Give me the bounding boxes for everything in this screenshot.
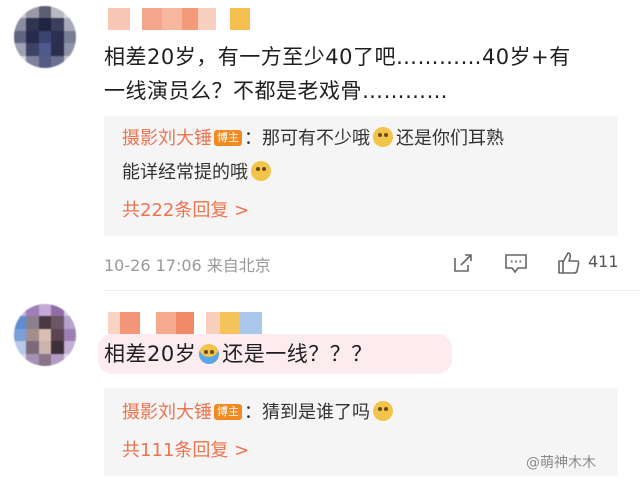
username-blurred[interactable] [108, 8, 250, 30]
blogger-badge: 博主 [214, 404, 242, 420]
comment-meta: 10-26 17:06 来自北京 411 [104, 250, 624, 278]
comment-text: 相差20岁，有一方至少40了吧…………40岁+有 [104, 45, 571, 69]
doge-emoji-icon [373, 127, 393, 147]
comment-text: 相差20岁 还是一线？？？ [104, 342, 373, 366]
username-blurred[interactable] [108, 312, 262, 334]
divider [104, 290, 640, 291]
timestamp-location: 10-26 17:06 来自北京 [104, 256, 271, 275]
avatar[interactable] [14, 304, 76, 366]
reply-1: 摄影刘大锤 博主 ：那可有不少哦 还是你们耳熟 [122, 127, 504, 149]
like-count: 411 [588, 252, 619, 271]
reply-1-line2: 能详经常提的哦 [122, 158, 274, 188]
blogger-badge: 博主 [214, 130, 242, 146]
doge-emoji-icon [373, 401, 393, 421]
watermark: @萌神木木 [526, 455, 596, 471]
comment-icon[interactable] [504, 252, 528, 274]
share-icon[interactable] [452, 252, 474, 274]
reply-author[interactable]: 摄影刘大锤 [122, 128, 212, 149]
comment-text-line2: 一线演员么？不都是老戏骨………… [104, 79, 448, 103]
reply-author[interactable]: 摄影刘大锤 [122, 402, 212, 423]
avatar[interactable] [14, 6, 76, 68]
doge-emoji-icon [251, 161, 271, 181]
reply-box[interactable]: 摄影刘大锤 博主 ：那可有不少哦 还是你们耳熟 能详经常提的哦 共222条回复 > [104, 116, 618, 236]
reply-1: 摄影刘大锤 博主 ：猜到是谁了吗 [122, 398, 396, 428]
more-replies-link[interactable]: 共111条回复 > [122, 436, 249, 466]
facepalm-emoji-icon [199, 344, 220, 364]
more-replies-link[interactable]: 共222条回复 > [122, 196, 249, 226]
like-icon[interactable] [556, 250, 582, 276]
